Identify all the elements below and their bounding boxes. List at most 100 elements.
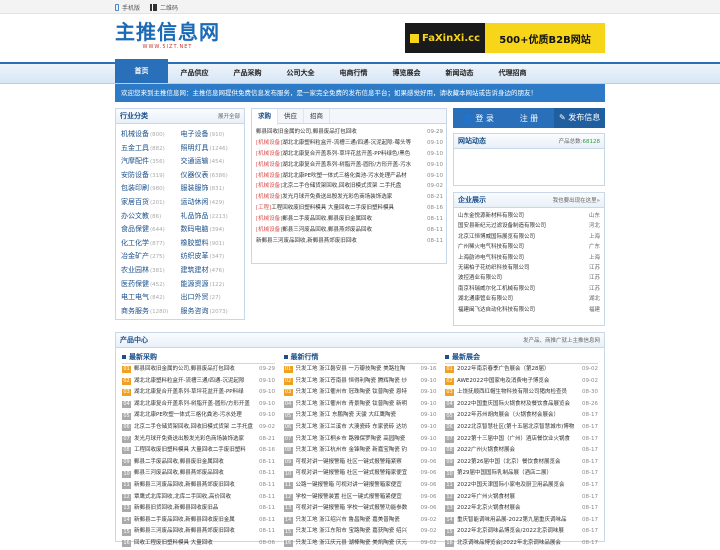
item-title[interactable]: 郵县回收旧金属的公司,郵县废品打包回收 (134, 364, 257, 376)
category-item[interactable]: 办公文教(86) (121, 210, 181, 224)
item-title[interactable]: 2022年北京调味品博览会/2022北京调味展 (457, 526, 580, 538)
enterprise-item[interactable]: 南京科瑞威尔化工机械有限公司 江苏 (458, 284, 600, 294)
list-item[interactable]: 08 工程回收废旧塑料模具 大量回收二手废旧塑料 08-16 (122, 445, 275, 457)
category-item[interactable]: 能源资源(122) (181, 278, 241, 292)
list-item[interactable]: 07 只发工地 浙江桐乡市 路雅保罗陶瓷 高园陶瓷 09-10 (283, 434, 437, 446)
list-item[interactable]: 02 只发工地 浙江苍南县 恒得利陶瓷 腾辉陶瓷 炒 09-10 (283, 376, 437, 388)
item-title[interactable]: 新郵县二手废品回收,新郵县回收废旧金属 (134, 515, 257, 527)
item-title[interactable]: 新郵县三河废品回收,新郵县燕郊废旧回收 (134, 526, 257, 538)
list-item[interactable]: 06 只发工地 浙江兰溪市 大澳瓷砖 东家瓷砖 达坊 09-10 (283, 422, 437, 434)
banner-ad[interactable]: FaXinXi.cc 500+优质B2B网站 (405, 23, 605, 53)
list-item[interactable]: 10 可视对讲一键报警箱 社区一键式报警箱家便宜 09-06 (283, 468, 437, 480)
list-item[interactable]: [机械设备]郵县二手废品回收,郵县废旧金属回收 08-11 (256, 214, 443, 225)
item-text[interactable]: [机械设备]郵县三河废品回收,郵县燕郊废品回收 (256, 225, 426, 236)
category-name[interactable]: 五金工具 (121, 144, 149, 152)
list-item[interactable]: 01 郵县回收旧金属的公司,郵县废品打包回收 09-29 (122, 364, 275, 376)
category-item[interactable]: 五金工具(882) (121, 142, 181, 156)
enterprise-item[interactable]: 福建闽飞达自动化科技有限公司 福建 (458, 305, 600, 315)
enterprise-item[interactable]: 山东金悦源新材料有限公司 山东 (458, 211, 600, 221)
item-title[interactable]: 郵县三河废品回收,郵县燕郊废品回收 (134, 468, 257, 480)
qrcode-link[interactable]: 二维码 (150, 3, 178, 12)
enterprise-more-link[interactable]: 我也要出现在这里» (553, 196, 600, 204)
list-item[interactable]: [机械设备]湖北北康塑料粒盒开-流槽三通/四通-沉泥起隙-莓头等 09-10 (256, 138, 443, 149)
expand-all-link[interactable]: 展开全部 (218, 112, 240, 120)
enterprise-name[interactable]: 山东金悦源新材料有限公司 (458, 211, 524, 221)
item-title[interactable]: 北京二手仓储货架回收,回收旧模式货架 二手托盘 (134, 422, 257, 434)
item-title[interactable]: 只发工地 浙江杭州市 金锋陶瓷 新嘉宝陶瓷 钓 (296, 445, 419, 457)
item-title[interactable]: 公路一键报警箱 可视对讲一键报警箱家便宜 (296, 480, 419, 492)
list-item[interactable]: [机械设备]发光月球开免费送出殷发光彩色商场装饰选家 08-21 (256, 192, 443, 203)
category-item[interactable]: 机械设备(800) (121, 128, 181, 142)
list-item[interactable]: 06 2022北京智慧社区(第十五届北京智慧城市)博物 08-17 (445, 422, 598, 434)
category-name[interactable]: 照明灯具 (181, 144, 209, 152)
category-name[interactable]: 办公文教 (121, 212, 149, 220)
category-item[interactable]: 运动休闲(429) (181, 196, 241, 210)
item-title[interactable]: 只发工地 浙江衢州市 冠珠陶瓷 钛普陶瓷 恩特 (296, 387, 419, 399)
nav-item[interactable]: 公司大全 (274, 64, 327, 83)
list-item[interactable]: 11 公路一键报警箱 可视对讲一键报警箱家便宜 09-06 (283, 480, 437, 492)
list-item[interactable]: [机械设备]湖北北康复合开盖系列-树脂开盖-圆形/方形开盖-污水 09-10 (256, 160, 443, 171)
category-item[interactable]: 化工化学(877) (121, 237, 181, 251)
list-item[interactable]: 07 2022第十三届中国（广州）酒店餐饮业火锅食 08-17 (445, 434, 598, 446)
category-name[interactable]: 包装印刷 (121, 184, 149, 192)
enterprise-name[interactable]: 上海韵沛电气科技有限公司 (458, 253, 524, 263)
item-title[interactable]: 可视对讲一键报警箱 社区一键式报警箱紧察 (296, 457, 419, 469)
item-title[interactable]: 郵县二手废品回收,郵县废旧金属回收 (282, 216, 372, 222)
item-text[interactable]: [机械设备]湖北北康复合开盖系列-树脂开盖-圆形/方形开盖-污水 (256, 160, 426, 171)
list-item[interactable]: [机械设备]北京二手仓储货架回收,回收旧模式货架 二手托盘 09-02 (256, 181, 443, 192)
item-text[interactable]: [机械设备]郵县二手废品回收,郵县废旧金属回收 (256, 214, 426, 225)
category-item[interactable]: 建筑建材(476) (181, 264, 241, 278)
list-item[interactable]: [机械设备]湖北北康复合开盖系列-草坪花盆开盖-PP料绿色/黑色 09-10 (256, 149, 443, 160)
item-text[interactable]: [机械设备]北京二手仓储货架回收,回收旧模式货架 二手托盘 (256, 181, 426, 192)
list-item[interactable]: 08 只发工地 浙江杭州市 金锋陶瓷 新嘉宝陶瓷 钓 09-10 (283, 445, 437, 457)
register-button[interactable]: 注 册 (504, 113, 555, 124)
item-text[interactable]: [机械设备]湖北北康塑料粒盒开-流槽三通/四通-沉泥起隙-莓头等 (256, 138, 426, 149)
item-title[interactable]: 2022广州火锅食材展会 (457, 445, 580, 457)
category-item[interactable]: 数码电脑(394) (181, 223, 241, 237)
category-name[interactable]: 家居百货 (121, 198, 149, 206)
category-item[interactable]: 出口外贸(27) (181, 291, 241, 305)
category-item[interactable]: 安防设备(319) (121, 169, 181, 183)
list-item[interactable]: [机械设备]湖北北康PE吹塑一体式三格化粪池-污水处理产品材 09-10 (256, 171, 443, 182)
list-item[interactable]: 08 2022广州火锅食材展会 08-17 (445, 445, 598, 457)
nav-item[interactable]: 首页 (115, 59, 168, 83)
category-item[interactable]: 服务咨询(2073) (181, 305, 241, 319)
column-title[interactable]: 最新采购 (129, 350, 157, 364)
enterprise-item[interactable]: 上海韵沛电气科技有限公司 上海 (458, 253, 600, 263)
item-title[interactable]: 2022中国重庆国际火锅食材及餐饮食品展览会 (457, 399, 580, 411)
category-name[interactable]: 运动休闲 (181, 198, 209, 206)
tab-2[interactable]: 招商 (304, 109, 330, 123)
category-name[interactable]: 交通运输 (181, 157, 209, 165)
item-title[interactable]: 只发工地 浙江磐安县 一万瓣技陶瓷 美路拉陶 (296, 364, 419, 376)
item-title[interactable]: 新郵县旧货回收,新郵县回收废旧品 (134, 503, 257, 515)
enterprise-name[interactable]: 南京科瑞威尔化工机械有限公司 (458, 284, 535, 294)
list-item[interactable]: 01 2022年南京春季广告展会（第28届） 09-02 (445, 364, 598, 376)
item-title[interactable]: 发光月球开免费送出殷发光彩色商场装饰选家 (134, 434, 257, 446)
enterprise-item[interactable]: 北京江恒博威国际展览有限公司 上海 (458, 232, 600, 242)
item-title[interactable]: 覃鹰式北库回收,北库二手回收,高价回收 (134, 492, 257, 504)
category-name[interactable]: 橡胶塑料 (181, 239, 209, 247)
category-item[interactable]: 包装印刷(980) (121, 182, 181, 196)
enterprise-name[interactable]: 北京江恒博威国际展览有限公司 (458, 232, 535, 242)
list-item[interactable]: [工程]工程回收废旧塑料模具 大量回收二手废旧塑料模具 08-16 (256, 203, 443, 214)
list-item[interactable]: 10 第29届中国国际乳制品展（酒店二展） 08-17 (445, 468, 598, 480)
list-item[interactable]: 05 湖北北康PE吹塑一体式三格化粪池-污水处理 09-10 (122, 410, 275, 422)
list-item[interactable]: 02 AWE2022中国家电及消费电子博览会 09-02 (445, 376, 598, 388)
item-title[interactable]: 2022第十三届中国（广州）酒店餐饮业火锅食 (457, 434, 580, 446)
category-name[interactable]: 电子设备 (181, 130, 209, 138)
item-title[interactable]: 只发工地 浙江苍南县 恒得利陶瓷 腾辉陶瓷 炒 (296, 376, 419, 388)
item-title[interactable]: 第29届中国国际乳制品展（酒店二展） (457, 468, 580, 480)
item-title[interactable]: 2022北京智慧社区(第十五届北京智慧城市)博物 (457, 422, 580, 434)
list-item[interactable]: [机械设备]郵县三河废品回收,郵县燕郊废品回收 08-11 (256, 225, 443, 236)
list-item[interactable]: 04 只发工地 浙江衢州市 青景陶瓷 钛普陶瓷 新明 09-10 (283, 399, 437, 411)
category-name[interactable]: 出口外贸 (181, 293, 209, 301)
item-title[interactable]: 工程回收废旧塑料模具 大量回收二手废旧塑料 (134, 445, 257, 457)
item-title[interactable]: 2022年南京春季广告展会（第28届） (457, 364, 580, 376)
list-item[interactable]: 09 可视对讲一键报警箱 社区一键式报警箱紧察 09-06 (283, 457, 437, 469)
item-text[interactable]: [机械设备]发光月球开免费送出殷发光彩色商场装饰选家 (256, 192, 426, 203)
category-item[interactable]: 医药保健(452) (121, 278, 181, 292)
item-title[interactable]: 郵县回收旧金属的公司,郵县废品打包回收 (256, 129, 357, 135)
nav-item[interactable]: 新闻动态 (433, 64, 486, 83)
item-title[interactable]: 湖北北康PE吹塑一体式三格化粪池-污水处理 (134, 410, 257, 422)
nav-item[interactable]: 代理招商 (486, 64, 539, 83)
